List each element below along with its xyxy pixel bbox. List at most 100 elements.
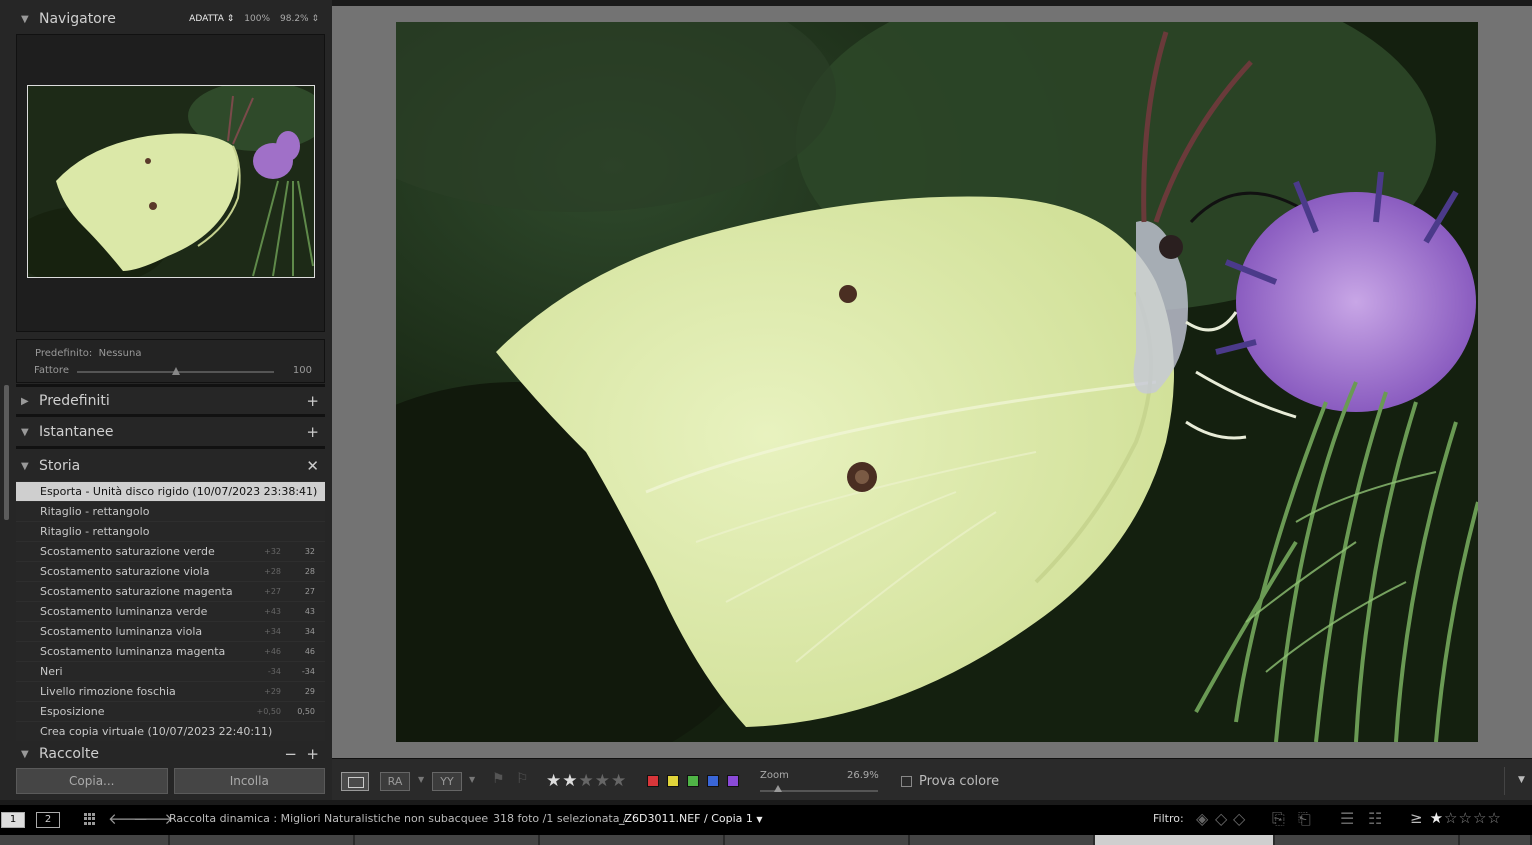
chevron-down-icon[interactable]: ▼ [756, 815, 762, 824]
filter-virtual-copy-icon[interactable]: ⎗ [1298, 809, 1311, 829]
history-header[interactable]: ▼ Storia ✕ [16, 451, 325, 481]
color-label-swatch[interactable] [687, 775, 699, 787]
snapshots-header[interactable]: ▼ Istantanee + [16, 417, 325, 447]
history-item[interactable]: Ritaglio - rettangolo [16, 521, 325, 541]
minus-icon[interactable]: − [284, 745, 297, 763]
history-item-delta: +34 [264, 627, 281, 636]
filmstrip-thumbnail[interactable] [355, 835, 540, 845]
expand-triangle-icon[interactable]: ▶ [21, 396, 37, 407]
star-icon[interactable]: ★ [611, 771, 627, 791]
history-item[interactable]: Livello rimozione foschia +29 29 [16, 681, 325, 701]
reject-flag-icon[interactable]: ⚐ [516, 771, 529, 787]
filter-rating[interactable]: ≥ ★☆☆☆☆ [1410, 809, 1502, 827]
toolbar-menu-chevron-down-icon[interactable]: ▼ [1518, 775, 1525, 785]
grid-icon[interactable] [84, 813, 96, 825]
filter-star-icon[interactable]: ☆ [1458, 809, 1472, 827]
zoom-slider-thumb[interactable] [773, 785, 782, 792]
collapse-triangle-icon[interactable]: ▼ [21, 461, 37, 472]
filter-flag-pick-icon[interactable]: ◈ [1196, 809, 1208, 828]
filmstrip-thumbnail-selected[interactable] [1095, 835, 1275, 845]
amount-value: 100 [292, 365, 312, 376]
color-label-swatch[interactable] [647, 775, 659, 787]
copy-button[interactable]: Copia... [16, 768, 168, 794]
filmstrip-thumbnail[interactable] [170, 835, 355, 845]
main-photo[interactable] [396, 22, 1478, 742]
arrow-right-icon[interactable]: 🡒 [133, 809, 173, 828]
filmstrip-thumbnails[interactable] [0, 835, 1532, 845]
secondary-monitor-button[interactable]: 2 [36, 812, 60, 828]
zoom-option-custom[interactable]: 98.2% ⇕ [280, 14, 319, 24]
history-item[interactable]: Scostamento saturazione viola +28 28 [16, 561, 325, 581]
plus-icon[interactable]: + [306, 745, 319, 763]
before-after-split-button[interactable]: YY [432, 772, 462, 791]
selected-filename[interactable]: _Z6D3011.NEF / Copia 1 ▼ [619, 812, 763, 825]
close-icon[interactable]: ✕ [306, 457, 319, 475]
history-item[interactable]: Crea copia virtuale (10/07/2023 22:40:11… [16, 721, 325, 741]
history-item[interactable]: Scostamento saturazione magenta +27 27 [16, 581, 325, 601]
history-item[interactable]: Ritaglio - rettangolo [16, 501, 325, 521]
color-label-swatch[interactable] [667, 775, 679, 787]
filter-edited-icon[interactable]: ☰ [1340, 809, 1354, 828]
amount-slider[interactable] [77, 367, 274, 375]
filmstrip-thumbnail[interactable] [540, 835, 725, 845]
star-icon[interactable]: ★ [595, 771, 611, 791]
collections-header[interactable]: ▼ Raccolte − + [16, 742, 325, 766]
history-item[interactable]: Esposizione +0,50 0,50 [16, 701, 325, 721]
collapse-triangle-icon[interactable]: ▼ [21, 427, 37, 438]
zoom-option-100[interactable]: 100% [244, 14, 270, 24]
filter-star-icon[interactable]: ☆ [1473, 809, 1487, 827]
filter-flag-reject-icon[interactable]: ◇ [1233, 809, 1245, 828]
filter-original-icon[interactable]: ⎘ [1272, 809, 1285, 829]
soft-proof-checkbox[interactable] [901, 776, 912, 787]
filmstrip-thumbnail[interactable] [0, 835, 170, 845]
filmstrip-thumbnail[interactable] [910, 835, 1095, 845]
flag-icon[interactable]: ⚑ [492, 771, 505, 787]
before-after-view-button[interactable]: RA [380, 772, 410, 791]
loupe-view-button[interactable] [341, 772, 369, 791]
filter-operator[interactable]: ≥ [1410, 809, 1424, 827]
filmstrip-thumbnail[interactable] [1460, 835, 1532, 845]
paste-button[interactable]: Incolla [173, 768, 325, 794]
filter-flag-unflag-icon[interactable]: ◇ [1215, 809, 1227, 828]
filter-star-icon[interactable]: ☆ [1444, 809, 1458, 827]
history-item[interactable]: Neri -34 -34 [16, 661, 325, 681]
navigator-header[interactable]: ▼ Navigatore ADATTA ⇕ 100% 98.2% ⇕ [16, 4, 325, 34]
history-item[interactable]: Esporta - Unità disco rigido (10/07/2023… [16, 481, 325, 501]
filter-star-icon[interactable]: ☆ [1487, 809, 1501, 827]
presets-header[interactable]: ▶ Predefiniti + [16, 386, 325, 416]
filmstrip-source[interactable]: Raccolta dinamica : Migliori Naturalisti… [169, 812, 488, 825]
zoom-slider[interactable] [760, 785, 878, 792]
star-icon[interactable]: ★ [546, 771, 562, 791]
collapse-triangle-icon[interactable]: ▼ [21, 749, 37, 760]
photo-count: 318 foto /1 selezionata / [493, 812, 627, 825]
filmstrip-thumbnail[interactable] [1275, 835, 1460, 845]
history-item-delta: +32 [264, 547, 281, 556]
navigator-preview[interactable] [16, 34, 325, 332]
color-label-swatch[interactable] [727, 775, 739, 787]
plus-icon[interactable]: + [306, 392, 319, 410]
amount-slider-thumb[interactable] [171, 367, 180, 375]
collapse-triangle-icon[interactable]: ▼ [21, 14, 37, 25]
history-item[interactable]: Scostamento luminanza viola +34 34 [16, 621, 325, 641]
history-item-value: 43 [304, 607, 315, 616]
history-item[interactable]: Scostamento saturazione verde +32 32 [16, 541, 325, 561]
navigator-zoom-options: ADATTA ⇕ 100% 98.2% ⇕ [189, 14, 319, 24]
chevron-down-icon[interactable]: ▼ [418, 775, 424, 784]
zoom-option-fit[interactable]: ADATTA ⇕ [189, 14, 234, 24]
filter-star-icon[interactable]: ★ [1430, 809, 1444, 827]
filmstrip-thumbnail[interactable] [725, 835, 910, 845]
preset-value[interactable]: Nessuna [99, 348, 142, 359]
chevron-down-icon[interactable]: ▼ [469, 775, 475, 784]
star-icon[interactable]: ★ [562, 771, 578, 791]
main-monitor-button[interactable]: 1 [1, 812, 25, 828]
color-label-swatch[interactable] [707, 775, 719, 787]
navigator-thumbnail[interactable] [27, 85, 315, 278]
filter-unedited-icon[interactable]: ☷ [1368, 809, 1382, 828]
loupe-view[interactable] [332, 6, 1532, 758]
star-icon[interactable]: ★ [579, 771, 595, 791]
plus-icon[interactable]: + [306, 423, 319, 441]
star-rating[interactable]: ★★★★★ [546, 771, 627, 791]
left-panel-scrollbar[interactable] [4, 385, 9, 520]
history-item[interactable]: Scostamento luminanza verde +43 43 [16, 601, 325, 621]
history-item[interactable]: Scostamento luminanza magenta +46 46 [16, 641, 325, 661]
